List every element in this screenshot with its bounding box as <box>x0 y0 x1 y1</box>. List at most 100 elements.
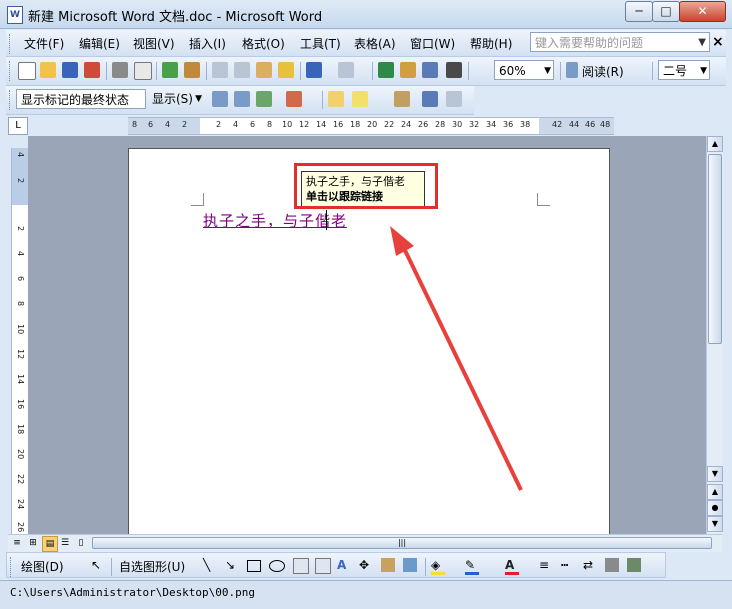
draw-menu[interactable]: 绘图(D) <box>21 558 64 575</box>
tab-selector[interactable]: L <box>8 117 28 135</box>
ruler-number: 14 <box>316 120 327 129</box>
read-button[interactable]: 阅读(R) <box>582 63 624 80</box>
print-preview-icon[interactable] <box>134 62 152 80</box>
next-page-button[interactable]: ▼ <box>707 516 723 532</box>
reading-view-icon[interactable]: ▯ <box>74 536 88 550</box>
cut-icon[interactable] <box>212 62 228 78</box>
minimize-button[interactable]: ─ <box>625 1 653 22</box>
undo-icon[interactable] <box>306 62 322 78</box>
font-size-select[interactable]: 二号 ▼ <box>658 60 710 80</box>
vertical-text-box-icon[interactable] <box>315 558 331 574</box>
wordart-icon[interactable]: A <box>337 558 351 572</box>
previous-page-button[interactable]: ▲ <box>707 484 723 500</box>
font-color-icon[interactable]: A <box>505 558 519 575</box>
reject-change-icon[interactable] <box>286 91 302 107</box>
3d-style-icon[interactable] <box>627 558 641 572</box>
print-icon[interactable] <box>112 62 128 78</box>
new-comment-icon[interactable] <box>328 91 344 107</box>
clip-art-icon[interactable] <box>381 558 395 572</box>
ruler-number: 22 <box>16 474 25 485</box>
toolbar-grip[interactable] <box>9 61 13 81</box>
word-app-icon[interactable]: W <box>7 6 23 24</box>
open-folder-icon[interactable] <box>40 62 56 78</box>
menu-insert[interactable]: 插入(I) <box>189 35 226 52</box>
scroll-thumb[interactable] <box>708 154 722 344</box>
rectangle-icon[interactable] <box>247 560 261 572</box>
zoom-value: 60% <box>499 64 526 78</box>
text-box-icon[interactable] <box>293 558 309 574</box>
menu-format[interactable]: 格式(O) <box>242 35 285 52</box>
chevron-down-icon[interactable]: ▼ <box>700 61 707 81</box>
arrow-icon[interactable]: ↘ <box>225 558 239 572</box>
arrow-style-icon[interactable]: ⇄ <box>583 558 597 572</box>
ruler-number: 4 <box>16 251 25 257</box>
fill-color-icon[interactable]: ◈ <box>431 558 445 575</box>
normal-view-icon[interactable]: ≡ <box>10 536 24 550</box>
spelling-icon[interactable] <box>162 62 178 78</box>
shadow-style-icon[interactable] <box>605 558 619 572</box>
line-icon[interactable]: ╲ <box>203 558 217 572</box>
help-search-input[interactable]: 键入需要帮助的问题 ▼ <box>530 32 710 52</box>
maximize-button[interactable]: □ <box>652 1 680 22</box>
line-color-icon[interactable]: ✎ <box>465 558 479 575</box>
columns-icon[interactable] <box>446 62 462 78</box>
ruler-number: 18 <box>16 424 25 435</box>
browse-object-button[interactable]: ● <box>707 500 723 516</box>
menu-file[interactable]: 文件(F) <box>24 35 64 52</box>
permission-icon[interactable] <box>84 62 100 78</box>
help-search-placeholder: 键入需要帮助的问题 <box>535 36 644 50</box>
menu-edit[interactable]: 编辑(E) <box>79 35 120 52</box>
highlight-icon[interactable] <box>352 91 368 107</box>
chevron-down-icon[interactable]: ▼ <box>544 61 551 81</box>
web-view-icon[interactable]: ⊞ <box>26 536 40 550</box>
horizontal-scroll-thumb[interactable]: ||| <box>92 537 712 549</box>
chevron-down-icon[interactable]: ▼ <box>698 33 706 53</box>
zoom-select[interactable]: 60% ▼ <box>494 60 554 80</box>
document-close-button[interactable]: × <box>712 34 724 50</box>
menu-view[interactable]: 视图(V) <box>133 35 175 52</box>
track-changes-icon[interactable] <box>394 91 410 107</box>
format-painter-icon[interactable] <box>278 62 294 78</box>
tables-borders-icon[interactable] <box>400 62 416 78</box>
toolbar-separator <box>156 62 157 80</box>
picture-icon[interactable] <box>403 558 417 572</box>
accept-change-icon[interactable] <box>256 91 272 107</box>
hyperlink-icon[interactable] <box>378 62 394 78</box>
toolbar-grip[interactable] <box>9 90 13 110</box>
vertical-scrollbar[interactable]: ▲ ▼ ▲ ● ▼ <box>706 136 723 534</box>
close-window-button[interactable]: ✕ <box>679 1 726 22</box>
oval-icon[interactable] <box>269 560 285 572</box>
reviewing-toolbar: 显示标记的最终状态 显示(S) ▼ <box>6 86 474 115</box>
scroll-down-button[interactable]: ▼ <box>707 466 723 482</box>
ruler-number: 44 <box>569 120 580 129</box>
insert-table-icon[interactable] <box>422 62 438 78</box>
ruler-number: 16 <box>333 120 344 129</box>
horizontal-ruler[interactable]: 8 6 4 2 2 4 6 8 10 12 14 16 18 20 22 24 … <box>128 117 614 135</box>
redo-icon[interactable] <box>338 62 354 78</box>
new-document-icon[interactable] <box>18 62 36 80</box>
toolbar-grip[interactable] <box>10 557 14 577</box>
menu-window[interactable]: 窗口(W) <box>410 35 455 52</box>
reviewing-pane-icon[interactable] <box>422 91 438 107</box>
scroll-up-button[interactable]: ▲ <box>707 136 723 152</box>
copy-icon[interactable] <box>234 62 250 78</box>
menu-help[interactable]: 帮助(H) <box>470 35 512 52</box>
print-layout-view-icon[interactable]: ▤ <box>42 536 58 552</box>
autoshapes-menu[interactable]: 自选图形(U) <box>119 558 185 575</box>
line-style-icon[interactable]: ≡ <box>539 558 553 572</box>
diagram-icon[interactable]: ✥ <box>359 558 373 572</box>
horizontal-scroll-row: ≡ ⊞ ▤ ☰ ▯ ||| <box>8 534 722 552</box>
dash-style-icon[interactable]: ┅ <box>561 558 575 572</box>
paste-icon[interactable] <box>256 62 272 78</box>
toolbar-grip[interactable] <box>9 34 13 54</box>
select-objects-icon[interactable]: ↖ <box>91 558 105 572</box>
show-menu[interactable]: 显示(S) ▼ <box>148 89 204 109</box>
menu-tools[interactable]: 工具(T) <box>300 35 341 52</box>
save-icon[interactable] <box>62 62 78 78</box>
outline-view-icon[interactable]: ☰ <box>58 536 72 550</box>
markup-mode-select[interactable]: 显示标记的最终状态 <box>16 89 146 109</box>
previous-change-icon[interactable] <box>212 91 228 107</box>
research-icon[interactable] <box>184 62 200 78</box>
next-change-icon[interactable] <box>234 91 250 107</box>
menu-table[interactable]: 表格(A) <box>354 35 396 52</box>
